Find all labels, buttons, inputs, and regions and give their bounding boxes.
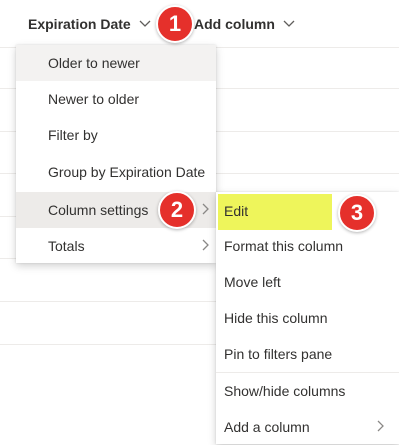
menu-item-label: Show/hide columns bbox=[224, 383, 346, 399]
chevron-right-icon bbox=[377, 420, 385, 432]
menu-item-newer-to-older[interactable]: Newer to older bbox=[16, 81, 216, 117]
chevron-right-icon bbox=[202, 239, 210, 251]
menu-item-filter-by[interactable]: Filter by bbox=[16, 117, 216, 153]
menu-item-label: Move left bbox=[224, 274, 281, 290]
menu-item-format-column[interactable]: Format this column bbox=[216, 228, 399, 264]
menu-item-add-column[interactable]: Add a column bbox=[216, 409, 399, 445]
column-context-menu: Older to newer Newer to older Filter by … bbox=[16, 45, 216, 263]
menu-item-label: Column settings bbox=[48, 202, 149, 218]
menu-item-group-by[interactable]: Group by Expiration Date bbox=[16, 154, 216, 190]
menu-item-label: Hide this column bbox=[224, 310, 328, 326]
menu-item-label: Group by Expiration Date bbox=[48, 164, 206, 180]
column-header-expiration-date[interactable]: Expiration Date bbox=[28, 14, 151, 34]
add-column-label: Add column bbox=[194, 16, 275, 32]
menu-item-pin-to-filters[interactable]: Pin to filters pane bbox=[216, 336, 399, 372]
list-header: Expiration Date Add column bbox=[0, 0, 399, 48]
menu-item-label: Totals bbox=[48, 238, 85, 254]
step-badge-2: 2 bbox=[158, 191, 196, 229]
menu-item-hide-column[interactable]: Hide this column bbox=[216, 300, 399, 336]
menu-item-totals[interactable]: Totals bbox=[16, 228, 216, 264]
chevron-right-icon bbox=[202, 203, 210, 215]
menu-item-label: Filter by bbox=[48, 127, 98, 143]
menu-item-label: Pin to filters pane bbox=[224, 346, 333, 362]
menu-item-move-left[interactable]: Move left bbox=[216, 264, 399, 300]
column-header-label: Expiration Date bbox=[28, 16, 131, 32]
menu-item-label: Format this column bbox=[224, 238, 344, 254]
chevron-down-icon bbox=[283, 20, 295, 28]
menu-item-label: Older to newer bbox=[48, 55, 140, 71]
menu-item-label: Newer to older bbox=[48, 91, 140, 107]
chevron-down-icon bbox=[139, 20, 151, 28]
menu-item-edit[interactable]: Edit bbox=[216, 192, 399, 228]
add-column-header[interactable]: Add column bbox=[194, 14, 295, 34]
step-badge-1: 1 bbox=[156, 5, 194, 43]
menu-item-older-to-newer[interactable]: Older to newer bbox=[16, 45, 216, 81]
menu-item-label: Add a column bbox=[224, 419, 310, 435]
menu-item-show-hide-columns[interactable]: Show/hide columns bbox=[216, 373, 399, 409]
